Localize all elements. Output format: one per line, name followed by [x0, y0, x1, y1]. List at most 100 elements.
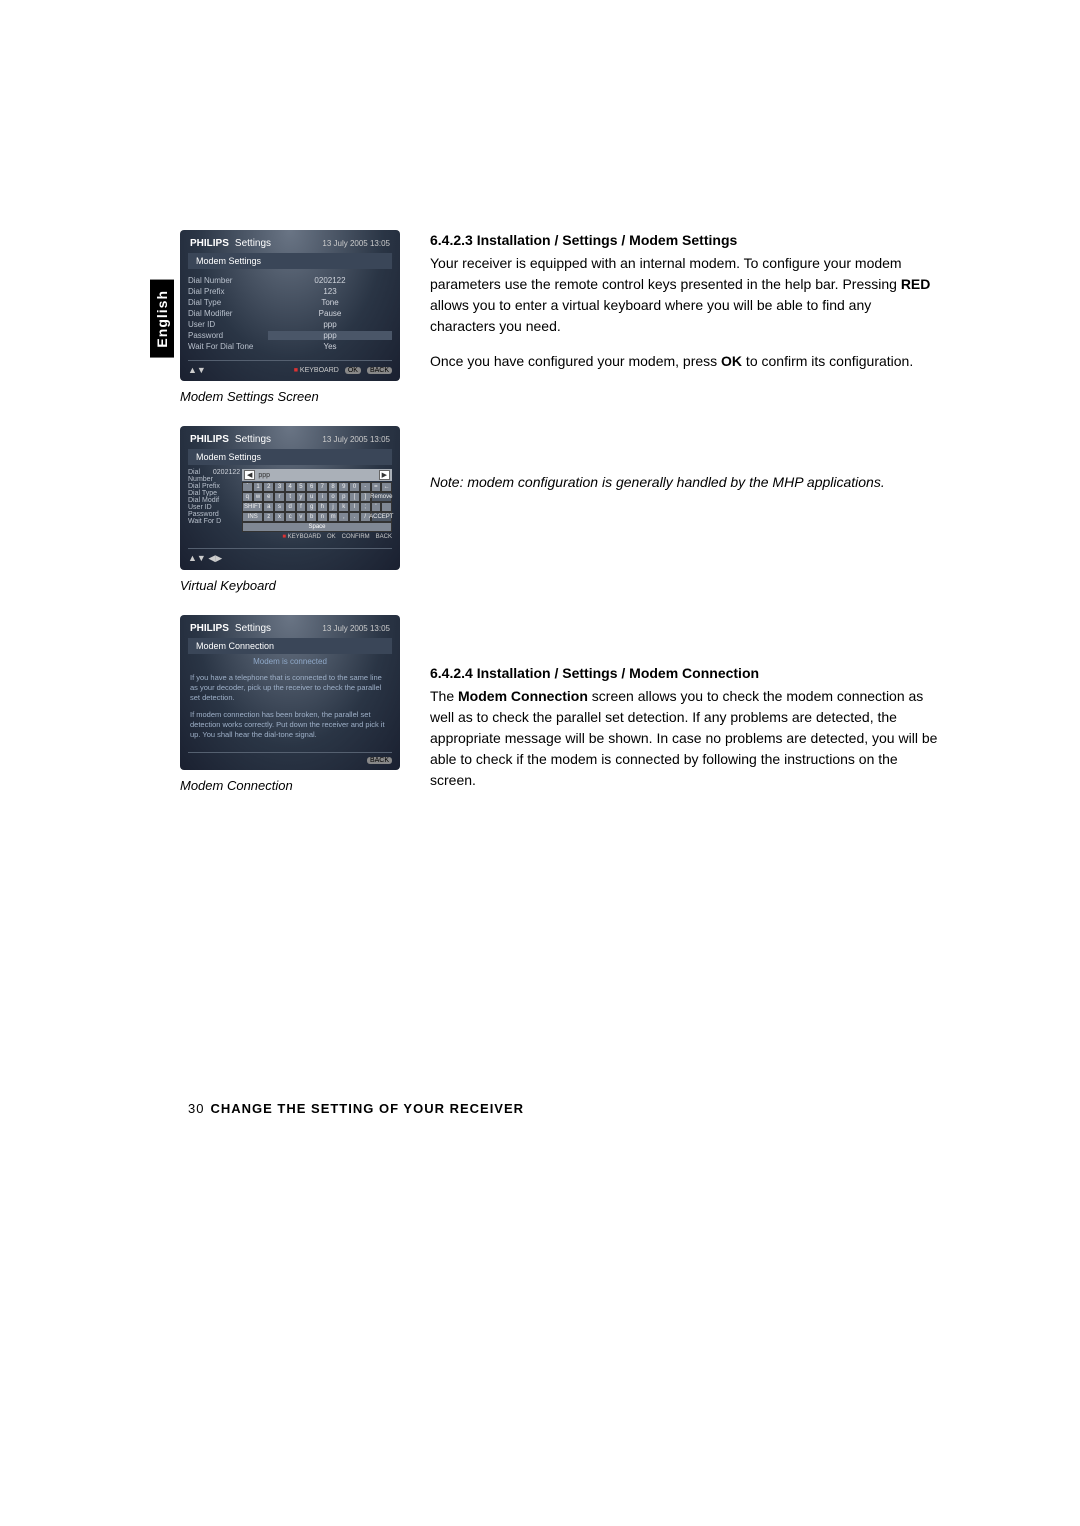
confirm-hint: CONFIRM: [342, 534, 370, 540]
vk-key: g: [306, 502, 317, 512]
vk-key: 7: [317, 482, 328, 492]
bold-text: RED: [901, 276, 931, 292]
page-content: PHILIPS Settings 13 July 2005 13:05 Mode…: [0, 0, 1080, 815]
connection-instruction: If modem connection has been broken, the…: [180, 706, 400, 743]
vk-key: [381, 502, 392, 512]
vk-side-labels: Dial Number0202122 Dial Prefix Dial Type…: [188, 469, 238, 540]
brand-label: PHILIPS: [190, 434, 229, 445]
ss-header: PHILIPS Settings 13 July 2005 13:05: [180, 230, 400, 253]
vk-key: b: [306, 512, 317, 522]
vk-key-backspace: ←: [381, 482, 392, 492]
brand-label: PHILIPS: [190, 238, 229, 249]
vk-key: x: [274, 512, 285, 522]
text: The: [430, 688, 458, 704]
vk-key: [: [349, 492, 360, 502]
vk-key-shift: SHIFT: [242, 502, 263, 512]
row-value: 123: [268, 287, 392, 296]
vk-key: 5: [296, 482, 307, 492]
row-value: ppp: [268, 320, 392, 329]
side-label: Dial Modif: [188, 497, 238, 504]
page-footer: 30 CHANGE THE SETTING OF YOUR RECEIVER: [188, 1101, 524, 1116]
ss-header: PHILIPS Settings 13 July 2005 13:05: [180, 426, 400, 449]
virtual-keyboard: ◀ ppp ▶ `1234567890-=← qwertyuiop[]Remov…: [242, 469, 392, 540]
ok-hint: OK: [345, 367, 361, 374]
row-value: Pause: [268, 309, 392, 318]
setting-row: Dial TypeTone: [188, 297, 392, 308]
vk-key: 1: [253, 482, 264, 492]
vk-key: r: [274, 492, 285, 502]
vk-key: c: [285, 512, 296, 522]
vk-key: `: [242, 482, 253, 492]
vk-key: ;: [360, 502, 371, 512]
row-label: Password: [188, 331, 268, 340]
connection-status: Modem is connected: [180, 654, 400, 669]
vk-key: h: [317, 502, 328, 512]
vk-key: l: [349, 502, 360, 512]
setting-row: Dial Prefix123: [188, 286, 392, 297]
vk-key: 4: [285, 482, 296, 492]
vk-key: d: [285, 502, 296, 512]
vk-key-remove: Remove: [371, 492, 392, 502]
vk-key: n: [317, 512, 328, 522]
ss-title: Settings: [235, 623, 271, 634]
caption: Modem Connection: [180, 778, 400, 793]
side-label: Dial Number: [188, 469, 213, 483]
vk-key: ]: [360, 492, 371, 502]
side-label: Wait For D: [188, 518, 238, 525]
screenshot-modem-connection: PHILIPS Settings 13 July 2005 13:05 Mode…: [180, 615, 400, 770]
brand-label: PHILIPS: [190, 623, 229, 634]
ss-help-bar: ▲▼ ◀▶: [188, 548, 392, 564]
ss-title: Settings: [235, 434, 271, 445]
chevron-left-icon: ◀: [244, 470, 255, 480]
setting-row: Wait For Dial ToneYes: [188, 341, 392, 352]
setting-row: User IDppp: [188, 319, 392, 330]
vk-key: e: [263, 492, 274, 502]
vk-key: z: [263, 512, 274, 522]
ss-timestamp: 13 July 2005 13:05: [322, 624, 390, 633]
row-label: Dial Type: [188, 298, 268, 307]
vk-key: 9: [338, 482, 349, 492]
ss-help-bar: BACK: [188, 752, 392, 764]
row-value: 0202122: [268, 276, 392, 285]
vk-key: =: [371, 482, 382, 492]
footer-title: CHANGE THE SETTING OF YOUR RECEIVER: [210, 1101, 524, 1116]
ok-hint: OK: [327, 534, 336, 540]
ss-subheader: Modem Settings: [188, 449, 392, 465]
row-value: ppp: [268, 331, 392, 340]
side-value: 0202122: [213, 469, 240, 483]
ss-timestamp: 13 July 2005 13:05: [322, 435, 390, 444]
ss-subheader: Modem Connection: [188, 638, 392, 654]
vk-input-bar: ◀ ppp ▶: [242, 469, 392, 481]
vk-key-grid: `1234567890-=← qwertyuiop[]Remove SHIFTa…: [242, 482, 392, 532]
bold-text: Modem Connection: [458, 688, 588, 704]
page-number: 30: [188, 1101, 204, 1116]
connection-instruction: If you have a telephone that is connecte…: [180, 669, 400, 706]
body-paragraph: Your receiver is equipped with an intern…: [430, 253, 940, 337]
bold-text: OK: [721, 353, 742, 369]
vk-key: .: [349, 512, 360, 522]
vk-key: w: [253, 492, 264, 502]
vk-key-ins: INS: [242, 512, 263, 522]
text: allows you to enter a virtual keyboard w…: [430, 297, 871, 334]
ss-subheader: Modem Settings: [188, 253, 392, 269]
ss-title: Settings: [235, 238, 271, 249]
vk-key: q: [242, 492, 253, 502]
body-paragraph: The Modem Connection screen allows you t…: [430, 686, 940, 791]
row-label: User ID: [188, 320, 268, 329]
note-text: Note: modem configuration is generally h…: [430, 472, 940, 493]
vk-key: o: [328, 492, 339, 502]
keyboard-hint: ■ KEYBOARD: [282, 534, 321, 540]
section-heading: 6.4.2.4 Installation / Settings / Modem …: [430, 663, 940, 684]
row-label: Dial Number: [188, 276, 268, 285]
vk-key: k: [338, 502, 349, 512]
row-label: Wait For Dial Tone: [188, 342, 268, 351]
setting-row: Dial ModifierPause: [188, 308, 392, 319]
vk-key: ': [371, 502, 382, 512]
row-label: Dial Prefix: [188, 287, 268, 296]
back-hint: BACK: [376, 534, 392, 540]
text: to confirm its configuration.: [742, 353, 913, 369]
screenshot-virtual-keyboard: PHILIPS Settings 13 July 2005 13:05 Mode…: [180, 426, 400, 570]
text: Once you have configured your modem, pre…: [430, 353, 721, 369]
row-value: Tone: [268, 298, 392, 307]
vk-key: t: [285, 492, 296, 502]
